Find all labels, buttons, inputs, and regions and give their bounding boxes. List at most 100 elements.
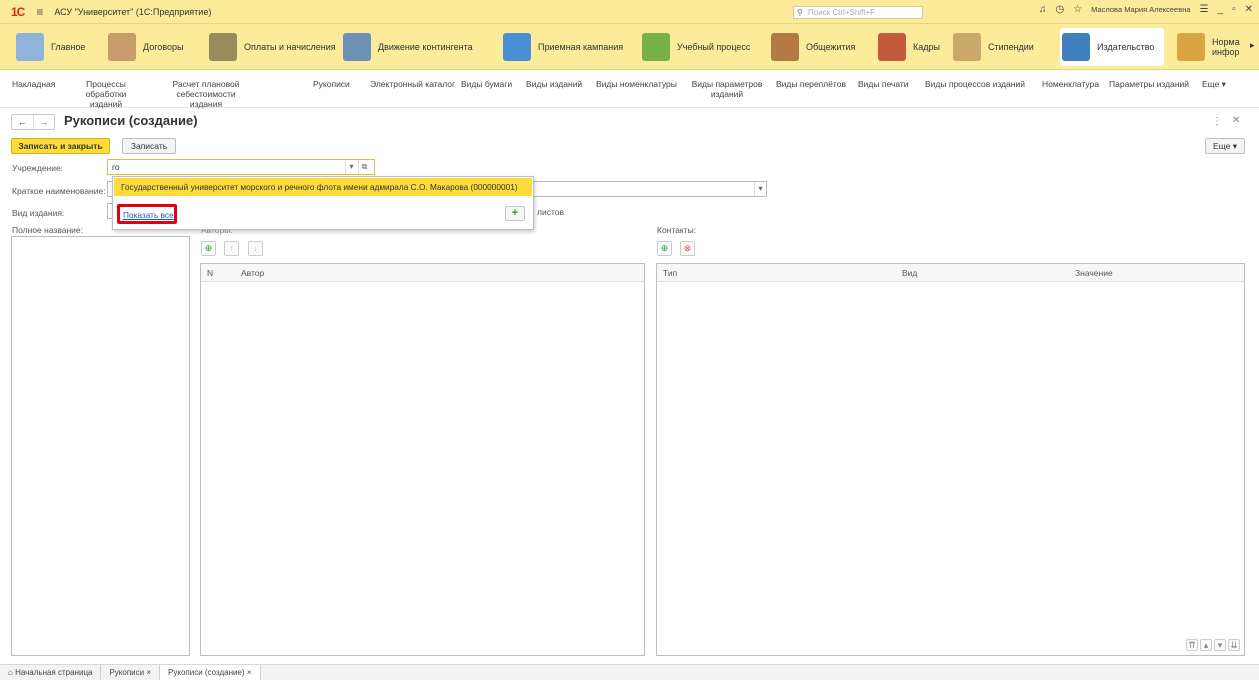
section-publishing[interactable]: Издательство [1060,28,1164,66]
section-dorms[interactable]: Общежития [771,28,855,66]
scroll-right-icon[interactable]: ▸ [1250,40,1255,51]
col-value: Значение [1075,268,1113,278]
authors-table[interactable]: N Автор [200,263,645,656]
section-study[interactable]: Учебный процесс [642,28,750,66]
subnav-item[interactable]: Виды печати [858,79,909,89]
section-main[interactable]: Главное [16,28,85,66]
more-icon[interactable]: ⋮ [1212,116,1222,127]
subnav-item[interactable]: Накладная [12,79,55,89]
subnav-item[interactable]: Номенклатура [1042,79,1099,89]
col-type: Тип [663,268,678,278]
pub-type-label: Вид издания: [12,208,65,218]
subnav-item[interactable]: Виды бумаги [461,79,512,89]
section-norms[interactable]: Норма инфор [1177,28,1246,66]
handshake-icon [108,33,136,61]
chart-icon [503,33,531,61]
close-icon[interactable]: ✕ [1245,4,1253,15]
section-admission[interactable]: Приемная кампания [503,28,623,66]
authors-header: N Автор [201,264,644,282]
short-name-dropdown-icon[interactable]: ▾ [754,182,766,196]
subnav-more[interactable]: Еще ▾ [1202,79,1226,89]
section-scholarships[interactable]: Стипендии [953,28,1034,66]
subnav-item[interactable]: Расчет плановой себестоимости издания [168,79,244,109]
add-button[interactable]: + [505,206,525,221]
institution-label: Учреждение: [12,163,64,173]
titlebar-tools: ♫ ◷ ☆ Маслова Мария Алексеевна ☰ _ ▫ ✕ [1039,4,1253,15]
tab-home[interactable]: ⌂ Начальная страница [0,664,102,680]
open-icon[interactable]: ⧉ [358,160,370,174]
subnav-item[interactable]: Параметры изданий [1109,79,1189,89]
tab-manuscripts[interactable]: Рукописи × [101,664,161,680]
dropdown-icon[interactable]: ▾ [345,160,357,174]
section-contingent[interactable]: Движение контингента [343,28,473,66]
folders-icon [1177,33,1205,61]
full-name-textarea[interactable] [11,236,190,656]
bell-icon[interactable]: ♫ [1039,4,1047,15]
page-title: Рукописи (создание) [64,113,198,128]
star-icon[interactable]: ☆ [1073,4,1082,15]
section-hr[interactable]: Кадры [878,28,940,66]
close-form-icon[interactable]: ✕ [1232,115,1240,126]
hr-icon [878,33,906,61]
contacts-label: Контакты: [657,225,697,235]
subnav-item[interactable]: Виды параметров изданий [688,79,766,99]
history-icon[interactable]: ◷ [1055,4,1064,15]
people-icon [343,33,371,61]
scholarship-icon [953,33,981,61]
short-name-label: Краткое наименование: [12,186,106,196]
subnav: Накладная Процессы обработки изданий Рас… [0,70,1259,109]
window-tabs: ⌂ Начальная страница Рукописи × Рукописи… [0,664,1259,680]
scroll-bottom-icon[interactable]: ⇊ [1228,639,1240,651]
section-payments[interactable]: Оплаты и начисления [209,28,336,66]
calculator-icon [209,33,237,61]
menu-icon[interactable]: ≡ [36,5,43,19]
maximize-icon[interactable]: ▫ [1232,4,1236,15]
app-logo: 1С [11,4,25,19]
subnav-item[interactable]: Виды процессов изданий [925,79,1025,89]
save-close-button[interactable]: Записать и закрыть [11,138,110,154]
up-icon[interactable]: ↑ [224,241,239,256]
full-name-label: Полное название: [12,225,84,235]
scroll-top-icon[interactable]: ⇈ [1186,639,1198,651]
delete-contact-icon[interactable]: ⊗ [680,241,695,256]
home-tab-icon: ⌂ [8,667,16,677]
down-icon[interactable]: ↓ [248,241,263,256]
contacts-header: Тип Вид Значение [657,264,1244,282]
scroll-up-icon[interactable]: ▴ [1200,639,1212,651]
tab-manuscripts-create[interactable]: Рукописи (создание) × [160,664,261,680]
user-name[interactable]: Маслова Мария Алексеевна [1091,5,1190,14]
sections-panel: Главное Договоры Оплаты и начисления Дви… [0,24,1259,70]
subnav-item[interactable]: Рукописи [313,79,350,89]
institution-field[interactable]: го [107,159,375,175]
minimize-icon[interactable]: _ [1218,4,1224,15]
scroll-buttons: ⇈ ▴ ▾ ⇊ [1186,639,1240,651]
abc-icon [642,33,670,61]
books-icon [1062,33,1090,61]
autocomplete-dropdown: Государственный университет морского и р… [112,176,534,230]
col-kind: Вид [902,268,918,278]
settings-icon[interactable]: ☰ [1200,4,1209,15]
subnav-item[interactable]: Виды изданий [526,79,582,89]
sheets-label: листов [537,207,564,217]
section-contracts[interactable]: Договоры [108,28,183,66]
add-author-icon[interactable]: ⊕ [201,241,216,256]
subnav-item[interactable]: Электронный каталог [370,79,455,89]
search-icon: ⚲ [797,8,803,17]
contacts-table[interactable]: Тип Вид Значение ⇈ ▴ ▾ ⇊ [656,263,1245,656]
save-button[interactable]: Записать [122,138,176,154]
add-contact-icon[interactable]: ⊕ [657,241,672,256]
back-icon[interactable]: ← [12,115,34,129]
app-title: АСУ "Университет" (1С:Предприятие) [54,6,212,17]
more-button[interactable]: Еще ▾ [1205,138,1245,154]
dropdown-item[interactable]: Государственный университет морского и р… [114,178,532,196]
nav-buttons: ← → [11,114,55,130]
subnav-item[interactable]: Виды переплётов [776,79,846,89]
search-input[interactable]: ⚲ Поиск Ctrl+Shift+F [793,6,923,19]
col-n: N [207,268,214,278]
col-author: Автор [241,268,265,278]
forward-icon[interactable]: → [34,115,55,129]
subnav-item[interactable]: Виды номенклатуры [596,79,677,89]
scroll-down-icon[interactable]: ▾ [1214,639,1226,651]
subnav-item[interactable]: Процессы обработки изданий [72,79,140,109]
show-all-link[interactable]: Показать все [123,210,174,220]
